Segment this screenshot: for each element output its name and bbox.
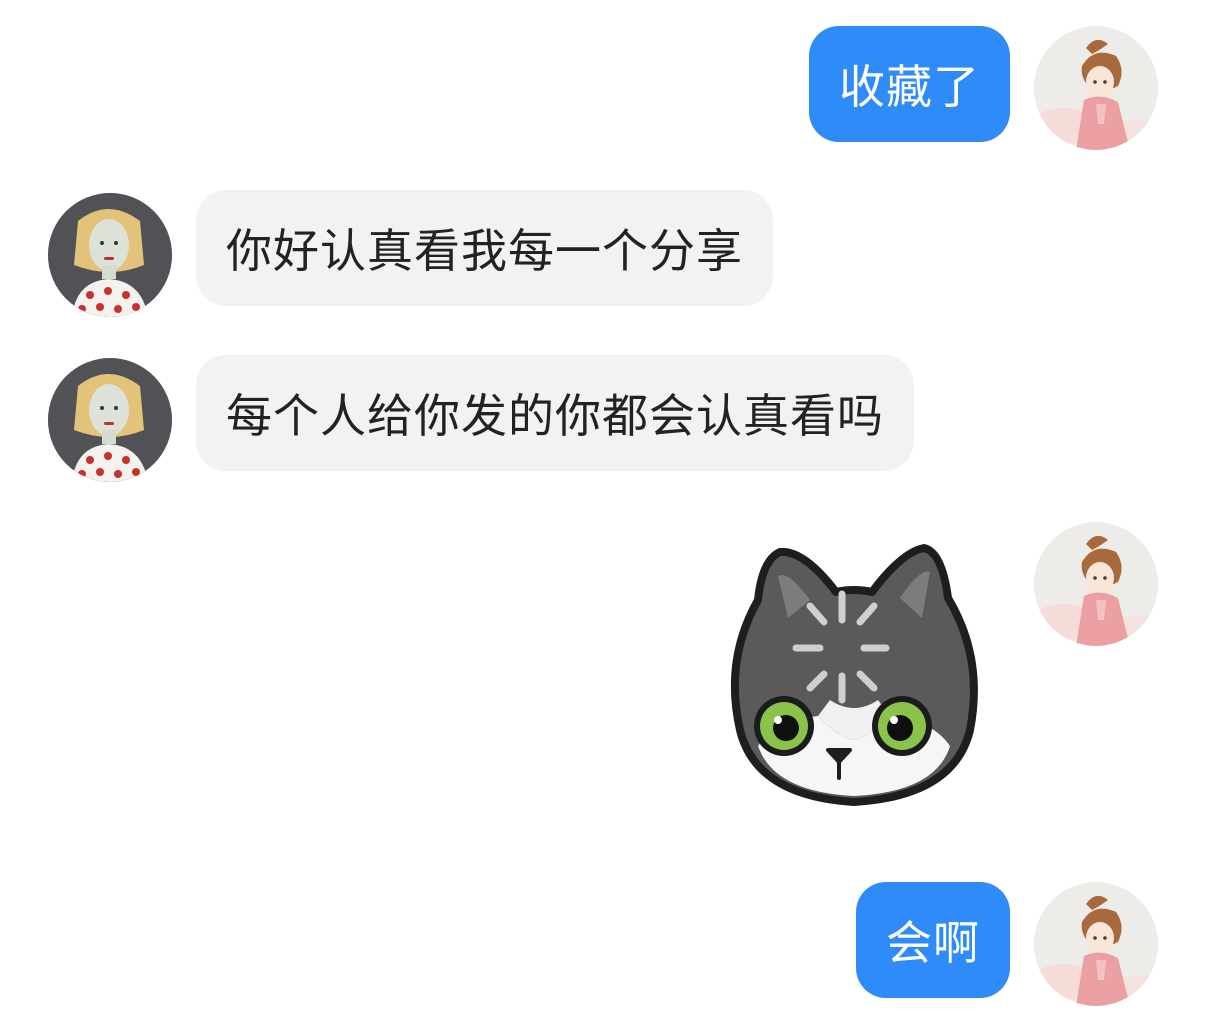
gray-cat-loading-spinner-icon[interactable] [718, 540, 990, 808]
contact-avatar[interactable] [48, 358, 172, 482]
incoming-message-bubble[interactable]: 每个人给你发的你都会认真看吗 [196, 355, 914, 471]
self-avatar[interactable] [1034, 26, 1158, 150]
self-avatar[interactable] [1034, 882, 1158, 1006]
outgoing-message-bubble[interactable]: 会啊 [856, 882, 1010, 998]
contact-avatar[interactable] [48, 193, 172, 317]
incoming-message-bubble[interactable]: 你好认真看我每一个分享 [196, 190, 773, 306]
outgoing-message-bubble[interactable]: 收藏了 [809, 26, 1010, 142]
self-avatar[interactable] [1034, 522, 1158, 646]
